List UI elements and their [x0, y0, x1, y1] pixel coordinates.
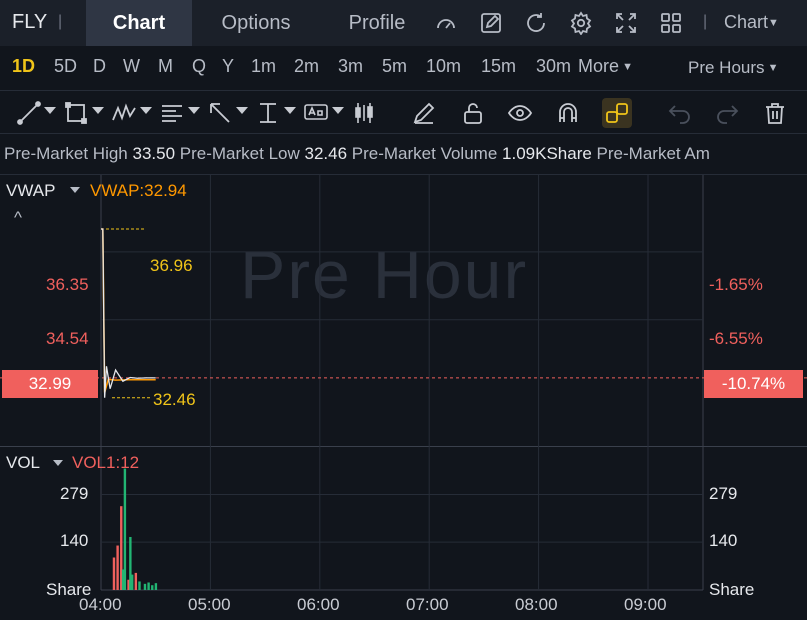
time-tick: 09:00 — [624, 595, 667, 614]
vol-indicator-value: VOL1:12 — [72, 453, 140, 472]
fibonacci-icon[interactable] — [159, 100, 185, 126]
candle-icon[interactable] — [351, 100, 377, 126]
period-1m[interactable]: 1m — [251, 56, 276, 77]
redo-icon[interactable] — [714, 100, 740, 126]
right-vol-tick: 140 — [709, 531, 738, 550]
edit-icon[interactable] — [479, 11, 503, 35]
ticker-symbol: FLY — [12, 11, 48, 33]
period-10m[interactable]: 10m — [426, 56, 461, 77]
chevron-down-icon[interactable] — [332, 107, 344, 114]
period-1d[interactable]: 1D — [12, 56, 35, 77]
chevron-down-icon[interactable] — [284, 107, 296, 114]
chart-type-label: Chart — [724, 12, 769, 32]
lock-icon[interactable] — [460, 100, 486, 126]
refresh-icon[interactable] — [524, 11, 548, 35]
chevron-down-icon: ▼ — [619, 61, 633, 73]
period-3m[interactable]: 3m — [338, 56, 363, 77]
time-tick: 05:00 — [188, 595, 231, 614]
session-watermark: Pre Hour — [240, 237, 529, 313]
eye-icon[interactable] — [507, 100, 533, 126]
chevron-down-icon[interactable] — [92, 107, 104, 114]
low-marker-label: 32.46 — [153, 390, 196, 409]
vwap-indicator-label[interactable]: VWAP — [6, 181, 55, 201]
high-label: Pre-Market High — [4, 144, 128, 163]
current-price-label: 32.99 — [2, 370, 98, 398]
period-5m[interactable]: 5m — [382, 56, 407, 77]
time-tick: 04:00 — [79, 595, 122, 614]
chevron-down-icon[interactable] — [236, 107, 248, 114]
chevron-down-icon[interactable] — [188, 107, 200, 114]
time-tick: 08:00 — [515, 595, 558, 614]
session-dropdown[interactable]: Pre Hours ▼ — [688, 58, 778, 78]
left-price-tick: 34.54 — [46, 329, 89, 348]
chevron-down-icon[interactable] — [140, 107, 152, 114]
vwap-indicator-value: VWAP:32.94 — [90, 181, 187, 200]
gear-icon[interactable] — [569, 11, 593, 36]
trash-icon[interactable] — [762, 100, 788, 126]
more-label: More — [578, 56, 620, 76]
chevron-down-icon: ▼ — [764, 62, 779, 74]
period-d[interactable]: D — [93, 56, 106, 77]
pre-market-summary: Pre-Market High 33.50 Pre-Market Low 32.… — [4, 144, 710, 164]
trend-line-icon[interactable] — [16, 100, 42, 126]
pencil-icon[interactable] — [411, 100, 437, 126]
high-value: 33.50 — [132, 144, 176, 163]
left-vol-tick: 279 — [60, 484, 89, 503]
period-2m[interactable]: 2m — [294, 56, 319, 77]
session-label: Pre Hours — [688, 58, 765, 77]
pattern-icon[interactable] — [111, 100, 137, 126]
left-vol-tick: 140 — [60, 531, 89, 550]
sync-drawing-icon[interactable] — [602, 98, 632, 128]
period-m[interactable]: M — [158, 56, 173, 77]
volume-value: 1.09KShare — [502, 144, 592, 163]
period-15m[interactable]: 15m — [481, 56, 516, 77]
magnet-icon[interactable] — [555, 100, 581, 126]
right-change-tick: -6.55% — [709, 329, 763, 348]
time-tick: 06:00 — [297, 595, 340, 614]
time-tick: 07:00 — [406, 595, 449, 614]
period-30m[interactable]: 30m — [536, 56, 571, 77]
arrow-icon[interactable] — [207, 100, 233, 126]
more-periods-dropdown[interactable]: More ▼ — [578, 56, 633, 77]
period-q[interactable]: Q — [192, 56, 206, 77]
period-y[interactable]: Y — [222, 56, 234, 77]
right-vol-unit: Share — [709, 580, 755, 599]
vol-indicator-label[interactable]: VOL — [6, 453, 40, 473]
chevron-down-icon[interactable] — [44, 107, 56, 114]
volume-label: Pre-Market Volume — [351, 144, 498, 163]
separator: | — [703, 13, 708, 30]
tab-profile[interactable]: Profile — [333, 0, 421, 46]
collapse-icon[interactable]: ^ — [14, 208, 22, 228]
right-change-tick: -1.65% — [709, 275, 763, 294]
chevron-down-icon[interactable] — [53, 460, 63, 466]
chevron-down-icon[interactable] — [70, 187, 80, 193]
text-note-icon[interactable] — [303, 100, 329, 126]
measure-icon[interactable] — [255, 100, 281, 126]
grid-layout-icon[interactable] — [659, 11, 683, 35]
fullscreen-icon[interactable] — [614, 11, 638, 35]
drawing-toolbar — [0, 90, 807, 134]
chart-type-dropdown[interactable]: Chart▼ — [724, 12, 779, 33]
period-5d[interactable]: 5D — [54, 56, 77, 77]
tab-options[interactable]: Options — [205, 0, 307, 46]
rectangle-icon[interactable] — [63, 100, 89, 126]
chevron-down-icon: ▼ — [768, 17, 779, 29]
left-price-tick: 36.35 — [46, 275, 89, 294]
separator: | — [58, 13, 63, 30]
undo-icon[interactable] — [667, 100, 693, 126]
current-change-label: -10.74% — [704, 370, 803, 398]
top-bar: FLY | Chart Options Profile | Chart▼ — [0, 0, 807, 46]
period-w[interactable]: W — [123, 56, 140, 77]
low-value: 32.46 — [304, 144, 348, 163]
gauge-icon[interactable] — [434, 11, 458, 35]
amount-label: Pre-Market Am — [596, 144, 710, 163]
high-marker-label: 36.96 — [150, 256, 193, 275]
period-bar: 1D 5D D W M Q Y 1m 2m 3m 5m 10m 15m 30m … — [0, 46, 807, 90]
low-label: Pre-Market Low — [179, 144, 300, 163]
right-vol-tick: 279 — [709, 484, 738, 503]
tab-chart[interactable]: Chart — [86, 0, 192, 46]
